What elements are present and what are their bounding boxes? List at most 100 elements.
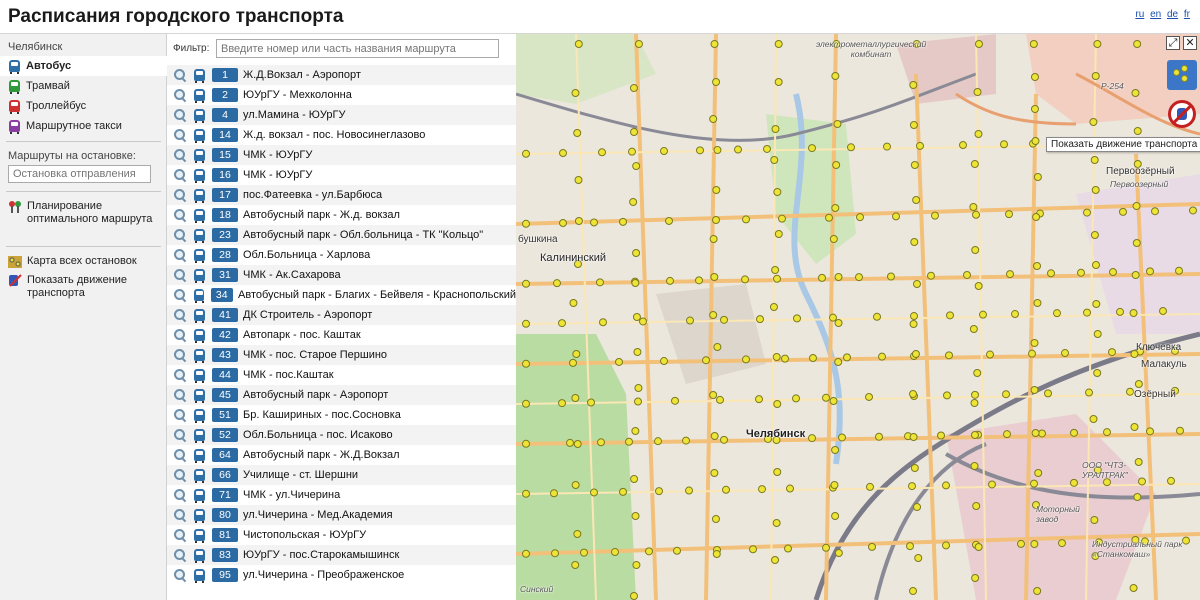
bus-stop-marker[interactable] — [808, 434, 816, 443]
bus-stop-marker[interactable] — [781, 354, 789, 363]
route-row[interactable]: 80 ул.Чичерина - Мед.Академия — [167, 505, 516, 525]
bus-stop-marker[interactable] — [1130, 423, 1139, 431]
route-row[interactable]: 42 Автопарк - пос. Каштак — [167, 325, 516, 345]
bus-stop-marker[interactable] — [908, 482, 916, 491]
magnifier-icon[interactable] — [174, 149, 186, 161]
bus-stop-marker[interactable] — [522, 399, 530, 408]
transport-type-minibus[interactable]: Маршрутное такси — [0, 116, 167, 136]
bus-stop-marker[interactable] — [834, 549, 843, 557]
bus-stop-marker[interactable] — [774, 78, 783, 86]
bus-stop-marker[interactable] — [969, 203, 978, 211]
show-movement-link[interactable]: Показать движение транспорта — [8, 274, 158, 300]
bus-stop-marker[interactable] — [1175, 266, 1183, 275]
magnifier-icon[interactable] — [174, 349, 186, 361]
bus-stop-marker[interactable] — [822, 543, 830, 552]
bus-stop-marker[interactable] — [619, 487, 627, 496]
stops-layer-button[interactable] — [1167, 60, 1197, 90]
bus-stop-marker[interactable] — [1028, 349, 1036, 358]
map-canvas[interactable] — [516, 34, 1200, 600]
bus-stop-marker[interactable] — [784, 544, 792, 553]
bus-stop-marker[interactable] — [1030, 339, 1039, 347]
magnifier-icon[interactable] — [174, 329, 186, 341]
bus-stop-marker[interactable] — [937, 431, 945, 440]
bus-stop-marker[interactable] — [1133, 40, 1142, 48]
route-row[interactable]: 2 ЮУрГУ - Мехколонна — [167, 85, 516, 105]
bus-stop-marker[interactable] — [838, 433, 846, 442]
lang-ru-link[interactable]: ru — [1135, 9, 1144, 20]
bus-stop-marker[interactable] — [756, 315, 764, 324]
bus-stop-marker[interactable] — [1131, 271, 1140, 279]
bus-stop-marker[interactable] — [774, 40, 783, 48]
bus-stop-marker[interactable] — [873, 312, 881, 321]
bus-stop-marker[interactable] — [988, 480, 996, 489]
bus-stop-marker[interactable] — [793, 314, 801, 323]
bus-stop-marker[interactable] — [1005, 210, 1013, 219]
bus-stop-marker[interactable] — [831, 512, 840, 520]
bus-stop-marker[interactable] — [914, 554, 923, 562]
bus-stop-marker[interactable] — [916, 141, 924, 150]
route-row[interactable]: 64 Автобусный парк - Ж.Д.Вокзал — [167, 445, 516, 465]
bus-stop-marker[interactable] — [868, 542, 876, 551]
bus-stop-marker[interactable] — [1017, 539, 1025, 548]
bus-stop-marker[interactable] — [710, 273, 719, 281]
bus-stop-marker[interactable] — [632, 561, 641, 569]
bus-stop-marker[interactable] — [569, 299, 578, 307]
bus-stop-marker[interactable] — [970, 399, 979, 407]
bus-stop-marker[interactable] — [629, 198, 638, 206]
bus-stop-marker[interactable] — [666, 276, 674, 285]
magnifier-icon[interactable] — [174, 449, 186, 461]
bus-stop-marker[interactable] — [1132, 202, 1141, 210]
bus-stop-marker[interactable] — [758, 485, 766, 494]
bus-stop-marker[interactable] — [809, 354, 817, 363]
bus-stop-marker[interactable] — [709, 311, 718, 319]
bus-stop-marker[interactable] — [910, 161, 919, 169]
bus-stop-marker[interactable] — [1116, 307, 1124, 316]
bus-stop-marker[interactable] — [571, 481, 580, 489]
bus-stop-marker[interactable] — [712, 216, 720, 224]
bus-stop-marker[interactable] — [771, 266, 780, 274]
bus-stop-marker[interactable] — [553, 279, 561, 288]
bus-stop-marker[interactable] — [574, 176, 583, 184]
bus-stop-marker[interactable] — [970, 160, 979, 168]
magnifier-icon[interactable] — [174, 249, 186, 261]
bus-stop-marker[interactable] — [629, 84, 638, 92]
bus-stop-marker[interactable] — [597, 438, 605, 447]
bus-stop-marker[interactable] — [1030, 540, 1039, 548]
bus-stop-marker[interactable] — [855, 273, 863, 282]
bus-stop-marker[interactable] — [720, 435, 728, 444]
bus-stop-marker[interactable] — [1011, 310, 1019, 319]
bus-stop-marker[interactable] — [551, 549, 559, 558]
bus-stop-marker[interactable] — [972, 210, 980, 219]
bus-stop-marker[interactable] — [710, 469, 719, 477]
bus-stop-marker[interactable] — [1132, 239, 1141, 247]
bus-stop-marker[interactable] — [709, 235, 718, 243]
bus-stop-marker[interactable] — [833, 120, 842, 128]
bus-stop-marker[interactable] — [942, 481, 950, 490]
bus-stop-marker[interactable] — [590, 488, 598, 497]
magnifier-icon[interactable] — [174, 129, 186, 141]
bus-stop-marker[interactable] — [866, 482, 874, 491]
magnifier-icon[interactable] — [174, 89, 186, 101]
magnifier-icon[interactable] — [174, 389, 186, 401]
bus-stop-marker[interactable] — [712, 550, 721, 558]
route-row[interactable]: 1 Ж.Д.Вокзал - Аэропорт — [167, 65, 516, 85]
bus-stop-marker[interactable] — [786, 484, 794, 493]
bus-stop-marker[interactable] — [716, 395, 724, 404]
route-row[interactable]: 16 ЧМК - ЮУрГУ — [167, 165, 516, 185]
bus-stop-marker[interactable] — [625, 437, 633, 446]
magnifier-icon[interactable] — [174, 549, 186, 561]
bus-stop-marker[interactable] — [702, 356, 710, 365]
route-row[interactable]: 15 ЧМК - ЮУрГУ — [167, 145, 516, 165]
route-row[interactable]: 28 Обл.Больница - Харлова — [167, 245, 516, 265]
bus-stop-marker[interactable] — [522, 359, 530, 368]
bus-stop-marker[interactable] — [770, 156, 779, 164]
bus-stop-marker[interactable] — [830, 481, 839, 489]
route-row[interactable]: 66 Училище - ст. Шершни — [167, 465, 516, 485]
bus-stop-marker[interactable] — [587, 398, 595, 407]
bus-stop-marker[interactable] — [1134, 380, 1143, 388]
bus-stop-marker[interactable] — [1083, 208, 1091, 217]
bus-stop-marker[interactable] — [829, 397, 838, 405]
bus-stop-marker[interactable] — [831, 72, 840, 80]
bus-stop-marker[interactable] — [696, 146, 704, 155]
departure-stop-input[interactable] — [8, 165, 151, 183]
